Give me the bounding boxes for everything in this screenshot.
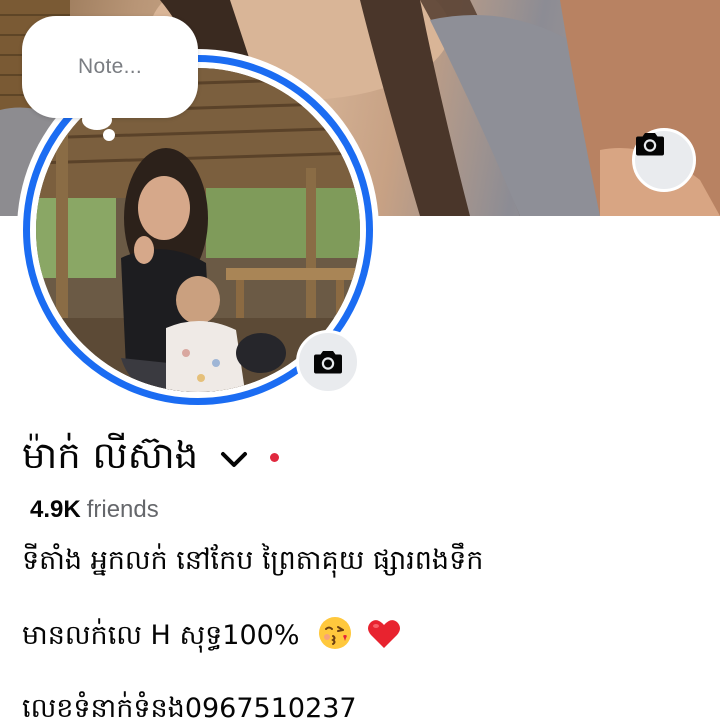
bio-line-location: ទីតាំង អ្នកលក់ នៅកែប ព្រៃតាគុយ ផ្សារពងទឹ… — [22, 545, 484, 576]
profile-name-row: ម៉ាក់ លីស៊ាង — [22, 432, 280, 488]
camera-icon — [314, 351, 342, 374]
chevron-down-icon — [221, 452, 248, 467]
friends-label: friends — [86, 496, 159, 523]
note-placeholder: Note... — [78, 55, 142, 78]
bio-line-products-text: មានលក់លេ H សុទ្ធ100% — [22, 620, 300, 651]
note-bubble-tail-dot — [103, 129, 115, 141]
bio-line-products: មានលក់លេ H សុទ្ធ100% — [22, 616, 401, 658]
face-blowing-kiss-icon — [318, 616, 352, 657]
camera-icon — [636, 133, 664, 156]
bio-line-contact: លេខទំនាក់ទំនង0967510237 — [22, 693, 357, 720]
profile-page: Note... ម៉ាក់ លីស៊ាង 4.9K friends ទីតាំង … — [0, 0, 720, 720]
edit-profile-picture-button[interactable] — [296, 330, 360, 394]
edit-cover-photo-button[interactable] — [632, 128, 696, 192]
note-bubble-tail — [82, 110, 112, 130]
account-switcher-button[interactable] — [220, 451, 248, 469]
note-bubble[interactable]: Note... — [22, 16, 198, 118]
red-heart-icon — [367, 618, 401, 657]
profile-name: ម៉ាក់ លីស៊ាង — [22, 434, 199, 477]
friends-count: 4.9K — [30, 496, 81, 523]
friends-count-link[interactable]: 4.9K friends — [30, 496, 159, 524]
notification-dot — [270, 452, 280, 462]
